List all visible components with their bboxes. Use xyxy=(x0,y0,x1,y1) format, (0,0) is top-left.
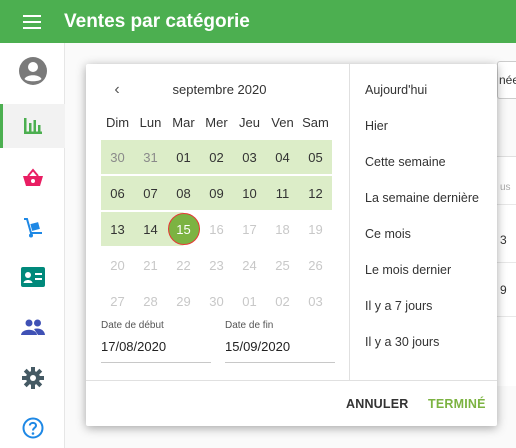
cancel-button[interactable]: ANNULER xyxy=(346,397,409,411)
calendar-day[interactable]: 12 xyxy=(299,176,332,210)
sidebar-item-basket[interactable] xyxy=(0,156,65,200)
end-date-field[interactable]: Date de fin 15/09/2020 xyxy=(225,320,335,363)
calendar-day: 26 xyxy=(308,257,323,273)
hand-truck-icon xyxy=(23,218,42,238)
weekday-label: Mar xyxy=(172,115,195,130)
day-grid: 30 31 01 02 03 04 05 06 07 08 09 10 11 12 13 14 15 16 17 18… xyxy=(101,140,334,320)
calendar-day: 29 xyxy=(176,293,191,309)
calendar-day: 22 xyxy=(176,257,191,273)
calendar-day[interactable]: 06 xyxy=(101,176,134,210)
calendar-day: 24 xyxy=(242,257,257,273)
table-cell: 9 xyxy=(500,283,507,297)
calendar-day[interactable]: 14 xyxy=(134,212,167,246)
calendar-day[interactable]: 11 xyxy=(266,176,299,210)
end-date-value[interactable]: 15/09/2020 xyxy=(225,339,335,363)
calendar-day[interactable]: 02 xyxy=(200,140,233,174)
app-bar: Ventes par catégorie xyxy=(0,0,516,43)
gear-icon xyxy=(21,367,44,389)
table-divider xyxy=(497,262,516,263)
calendar-day[interactable]: 01 xyxy=(167,140,200,174)
weekday-label: Ven xyxy=(271,115,294,130)
preset-last-week[interactable]: La semaine dernière xyxy=(365,191,479,205)
calendar-day: 02 xyxy=(275,293,290,309)
sidebar-item-account[interactable] xyxy=(0,49,65,93)
calendar-day[interactable]: 07 xyxy=(134,176,167,210)
preset-last-month[interactable]: Le mois dernier xyxy=(365,263,451,277)
table-divider xyxy=(497,204,516,205)
calendar-day: 01 xyxy=(242,293,257,309)
sidebar-item-customers[interactable] xyxy=(0,255,65,299)
bar-chart-icon xyxy=(23,118,42,134)
start-date-value[interactable]: 17/08/2020 xyxy=(101,339,211,363)
sidebar-item-sales[interactable] xyxy=(0,104,65,148)
calendar-week: 13 14 15 16 17 18 19 xyxy=(101,212,334,246)
weekday-header: Dim Lun Mar Mer Jeu Ven Sam xyxy=(101,115,332,130)
calendar-day: 28 xyxy=(143,293,158,309)
calendar-day: 27 xyxy=(110,293,125,309)
table-divider xyxy=(497,316,516,317)
calendar-day: 21 xyxy=(143,257,158,273)
weekday-label: Lun xyxy=(139,115,162,130)
weekday-label: Dim xyxy=(105,115,130,130)
calendar-day[interactable]: 04 xyxy=(266,140,299,174)
calendar-day: 25 xyxy=(275,257,290,273)
sidebar-item-settings[interactable] xyxy=(0,356,65,400)
preset-this-month[interactable]: Ce mois xyxy=(365,227,411,241)
hamburger-icon[interactable] xyxy=(0,0,64,43)
table-header-cell: us xyxy=(500,182,511,193)
calendar-day: 18 xyxy=(275,221,290,237)
weekday-label: Mer xyxy=(205,115,228,130)
sidebar-item-users[interactable] xyxy=(0,305,65,349)
sidebar-item-help[interactable] xyxy=(0,406,65,448)
calendar-day[interactable]: 09 xyxy=(200,176,233,210)
calendar-day: 20 xyxy=(110,257,125,273)
basket-icon xyxy=(22,168,43,186)
preset-yesterday[interactable]: Hier xyxy=(365,119,388,133)
calendar-week: 06 07 08 09 10 11 12 xyxy=(101,176,334,210)
calendar-day[interactable]: 08 xyxy=(167,176,200,210)
calendar-day[interactable]: 10 xyxy=(233,176,266,210)
calendar-day: 30 xyxy=(209,293,224,309)
selected-day-label: 15 xyxy=(167,213,200,245)
calendar-day-selected[interactable]: 15 xyxy=(167,212,200,246)
calendar-day: 16 xyxy=(209,221,224,237)
done-button[interactable]: TERMINÉ xyxy=(428,397,486,411)
help-icon xyxy=(22,417,43,439)
preset-30-days-ago[interactable]: Il y a 30 jours xyxy=(365,335,439,349)
preset-today[interactable]: Aujourd'hui xyxy=(365,83,427,97)
sidebar xyxy=(0,43,65,448)
calendar-day[interactable]: 31 xyxy=(134,140,167,174)
calendar-day: 23 xyxy=(209,257,224,273)
weekday-label: Jeu xyxy=(239,115,260,130)
people-icon xyxy=(20,319,45,335)
start-date-label: Date de début xyxy=(101,320,164,331)
weekday-label: Sam xyxy=(302,115,329,130)
account-icon xyxy=(18,57,47,85)
preset-this-week[interactable]: Cette semaine xyxy=(365,155,446,169)
calendar-week: 27 28 29 30 01 02 03 xyxy=(101,284,334,318)
preset-list: Aujourd'hui Hier Cette semaine La semain… xyxy=(349,64,497,380)
page-title: Ventes par catégorie xyxy=(64,10,250,32)
calendar-day[interactable]: 13 xyxy=(101,212,134,246)
dialog-actions: ANNULER TERMINÉ xyxy=(86,380,497,426)
sidebar-item-delivery[interactable] xyxy=(0,206,65,250)
date-range-picker: ‹ septembre 2020 Dim Lun Mar Mer Jeu Ven… xyxy=(86,64,497,426)
calendar-day: 19 xyxy=(308,221,323,237)
calendar-day: 17 xyxy=(242,221,257,237)
id-card-icon xyxy=(20,267,45,287)
calendar-week: 30 31 01 02 03 04 05 xyxy=(101,140,334,174)
end-date-label: Date de fin xyxy=(225,320,274,331)
calendar-day[interactable]: 30 xyxy=(101,140,134,174)
start-date-field[interactable]: Date de début 17/08/2020 xyxy=(101,320,211,363)
calendar-week: 20 21 22 23 24 25 26 xyxy=(101,248,334,282)
preset-7-days-ago[interactable]: Il y a 7 jours xyxy=(365,299,432,313)
calendar-day[interactable]: 03 xyxy=(233,140,266,174)
calendar-day: 03 xyxy=(308,293,323,309)
calendar: ‹ septembre 2020 Dim Lun Mar Mer Jeu Ven… xyxy=(86,64,349,380)
background-select[interactable]: née xyxy=(497,61,516,99)
calendar-day[interactable]: 05 xyxy=(299,140,332,174)
table-cell: 3 xyxy=(500,233,507,247)
month-label: septembre 2020 xyxy=(172,82,267,97)
